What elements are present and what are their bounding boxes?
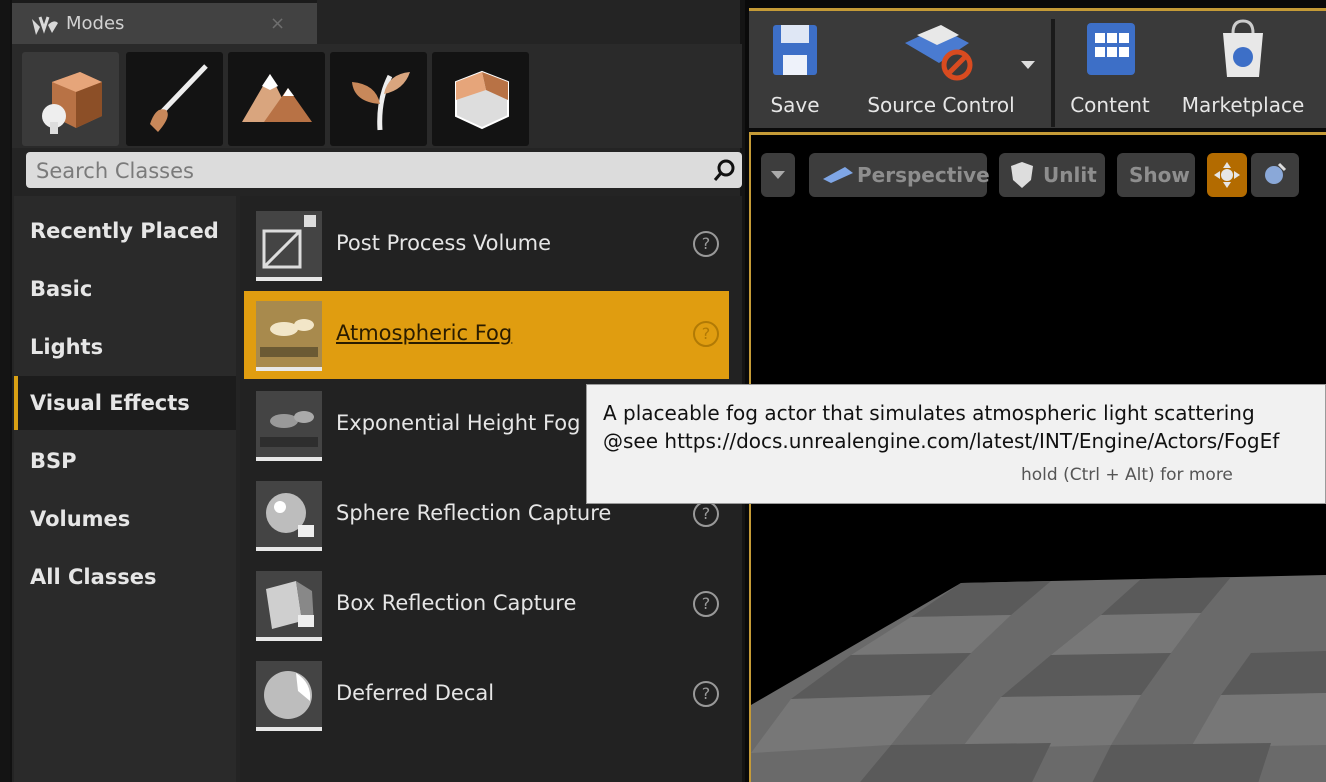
chevron-down-icon xyxy=(771,171,785,179)
chevron-down-icon[interactable] xyxy=(1021,61,1035,69)
help-icon[interactable]: ? xyxy=(693,321,719,347)
perspective-icon xyxy=(823,167,853,183)
shield-icon xyxy=(1011,162,1033,188)
item-name: Post Process Volume xyxy=(336,231,552,255)
post-process-volume-icon xyxy=(256,211,322,281)
modes-tab[interactable]: Modes × xyxy=(12,0,317,44)
tooltip: A placeable fog actor that simulates atm… xyxy=(586,384,1326,504)
main-toolbar: Save Source Control Content Marketplace xyxy=(749,8,1326,128)
tooltip-hint: hold (Ctrl + Alt) for more xyxy=(1021,465,1233,485)
perspective-label: Perspective xyxy=(857,163,990,187)
category-all-classes[interactable]: All Classes xyxy=(14,550,236,604)
item-name: Exponential Height Fog xyxy=(336,411,581,435)
help-icon[interactable]: ? xyxy=(693,231,719,257)
category-basic[interactable]: Basic xyxy=(14,262,236,316)
marketplace-label: Marketplace xyxy=(1181,93,1305,117)
unlit-label: Unlit xyxy=(1043,163,1097,187)
save-button[interactable]: Save xyxy=(765,17,825,129)
help-icon[interactable]: ? xyxy=(693,591,719,617)
paint-mode-icon[interactable] xyxy=(126,52,223,146)
content-icon xyxy=(1087,23,1135,75)
list-item[interactable]: Deferred Decal ? xyxy=(244,651,729,739)
viewport-options-button[interactable] xyxy=(761,153,795,197)
geometry-mode-icon[interactable] xyxy=(432,52,529,146)
toolbar-divider xyxy=(1051,19,1055,127)
list-item[interactable]: Atmospheric Fog ? xyxy=(244,291,729,379)
rotate-icon xyxy=(1265,162,1287,184)
help-icon[interactable]: ? xyxy=(693,681,719,707)
source-control-icon xyxy=(905,25,973,81)
tooltip-description: A placeable fog actor that simulates atm… xyxy=(603,401,1255,425)
translate-mode-button[interactable] xyxy=(1207,153,1247,197)
list-item[interactable]: Box Reflection Capture ? xyxy=(244,561,729,649)
tooltip-doc-link: @see https://docs.unrealengine.com/lates… xyxy=(603,429,1280,453)
category-bsp[interactable]: BSP xyxy=(14,434,236,488)
rotate-mode-button[interactable] xyxy=(1251,153,1299,197)
help-icon[interactable]: ? xyxy=(693,501,719,527)
foliage-mode-icon[interactable] xyxy=(330,52,427,146)
category-list: Recently Placed Basic Lights Visual Effe… xyxy=(14,196,236,782)
category-visual-effects[interactable]: Visual Effects xyxy=(14,376,236,430)
search-icon[interactable] xyxy=(712,158,736,182)
search-placeholder: Search Classes xyxy=(36,159,194,183)
editor-window: Modes × Search Classes Recently Placed B… xyxy=(0,0,1326,782)
unlit-button[interactable]: Unlit xyxy=(999,153,1105,197)
item-name: Deferred Decal xyxy=(336,681,495,705)
sphere-reflection-capture-icon xyxy=(256,481,322,551)
save-label: Save xyxy=(770,93,820,117)
list-item[interactable]: Post Process Volume ? xyxy=(244,201,729,289)
marketplace-icon xyxy=(1223,19,1263,77)
landscape-mode-icon[interactable] xyxy=(228,52,325,146)
category-lights[interactable]: Lights xyxy=(14,320,236,374)
deferred-decal-icon xyxy=(256,661,322,731)
source-control-label: Source Control xyxy=(867,93,1015,117)
search-classes-input[interactable]: Search Classes xyxy=(26,152,742,188)
close-icon[interactable]: × xyxy=(270,13,285,34)
category-recently-placed[interactable]: Recently Placed xyxy=(14,204,236,258)
content-button[interactable]: Content xyxy=(1065,17,1155,129)
item-name: Box Reflection Capture xyxy=(336,591,577,615)
box-reflection-capture-icon xyxy=(256,571,322,641)
checkered-floor xyxy=(751,575,1326,782)
source-control-button[interactable]: Source Control xyxy=(861,17,1021,129)
save-icon xyxy=(773,25,817,75)
show-button[interactable]: Show xyxy=(1117,153,1195,197)
marketplace-button[interactable]: Marketplace xyxy=(1173,17,1313,129)
perspective-button[interactable]: Perspective xyxy=(809,153,990,197)
item-name: Sphere Reflection Capture xyxy=(336,501,612,525)
item-name: Atmospheric Fog xyxy=(336,321,513,345)
atmospheric-fog-icon xyxy=(256,301,322,371)
content-label: Content xyxy=(1070,93,1150,117)
place-mode-icon[interactable] xyxy=(22,52,119,146)
move-icon xyxy=(1214,162,1240,188)
show-label: Show xyxy=(1129,163,1190,187)
category-volumes[interactable]: Volumes xyxy=(14,492,236,546)
exponential-height-fog-icon xyxy=(256,391,322,461)
modes-tab-title: Modes xyxy=(66,13,125,34)
modes-tab-icon xyxy=(32,16,58,35)
